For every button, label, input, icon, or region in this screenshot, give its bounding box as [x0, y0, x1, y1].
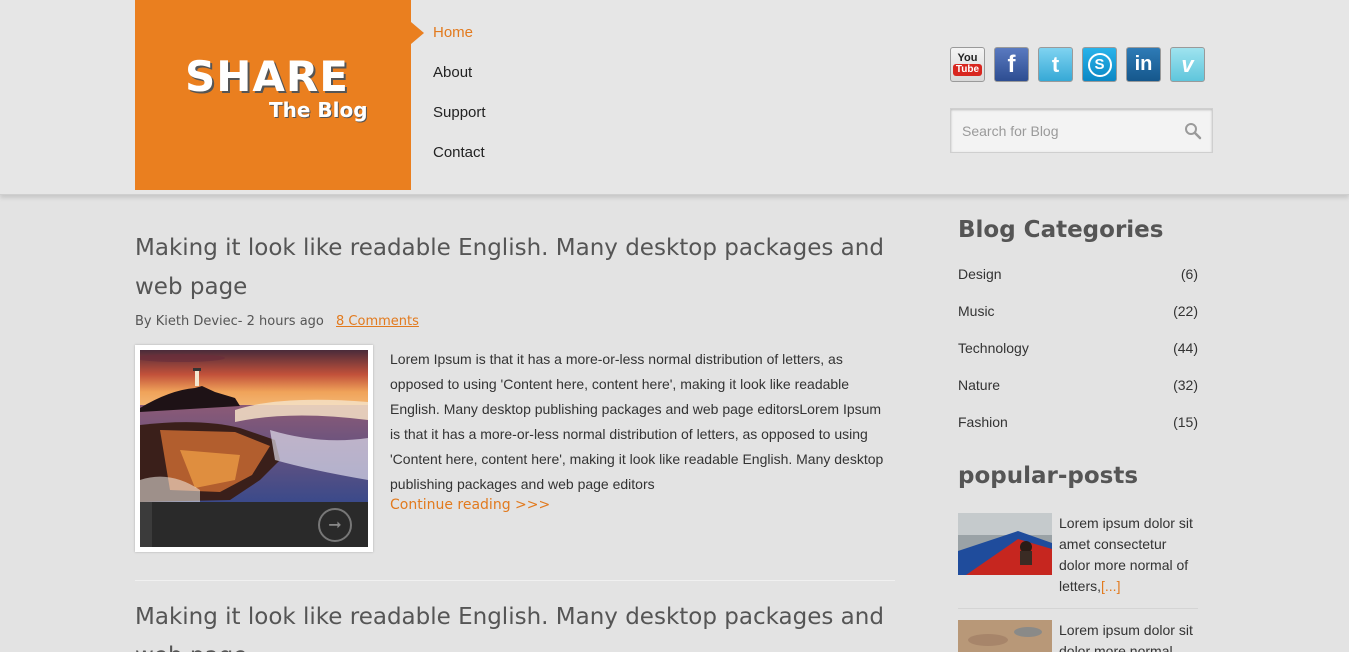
popular-posts-heading: popular-posts: [958, 463, 1139, 489]
nav-item-home[interactable]: Home: [433, 22, 486, 62]
category-name[interactable]: Design: [958, 266, 1002, 282]
nav-item-contact[interactable]: Contact: [433, 142, 486, 182]
popular-post-divider: [958, 608, 1198, 609]
category-count: (22): [1173, 303, 1198, 319]
category-item[interactable]: Music (22): [958, 303, 1198, 319]
youtube-icon[interactable]: You Tube: [950, 47, 985, 82]
category-name[interactable]: Technology: [958, 340, 1029, 356]
popular-post-more-link[interactable]: [...]: [1101, 578, 1120, 594]
categories-heading: Blog Categories: [958, 217, 1164, 243]
popular-post-thumbnail[interactable]: [958, 513, 1052, 575]
main-nav: Home About Support Contact: [433, 22, 486, 182]
skype-icon[interactable]: S: [1082, 47, 1117, 82]
twitter-glyph: t: [1051, 51, 1060, 77]
twitter-icon[interactable]: t: [1038, 47, 1073, 82]
sand-image: [958, 620, 1052, 652]
logo-subtitle: The Blog: [269, 98, 368, 122]
popular-post-text[interactable]: Lorem ipsum dolor sit dolor more normal: [1059, 620, 1199, 652]
category-name[interactable]: Nature: [958, 377, 1000, 393]
post-meta: By Kieth Deviec- 2 hours ago 8 Comments: [135, 314, 419, 329]
post-excerpt: Lorem Ipsum is that it has a more-or-les…: [390, 351, 884, 492]
category-count: (6): [1180, 266, 1198, 282]
boat-image: [958, 513, 1052, 575]
category-count: (32): [1173, 377, 1198, 393]
site-header: SHARE The Blog Home About Support Contac…: [0, 0, 1349, 195]
post-title[interactable]: Making it look like readable English. Ma…: [135, 598, 895, 652]
category-item[interactable]: Design (6): [958, 266, 1198, 282]
youtube-text-top: You: [957, 52, 978, 64]
search-icon[interactable]: [1184, 122, 1202, 140]
vimeo-icon[interactable]: v: [1170, 47, 1205, 82]
linkedin-icon[interactable]: in: [1126, 47, 1161, 82]
category-name[interactable]: Fashion: [958, 414, 1008, 430]
post-author-time: By Kieth Deviec- 2 hours ago: [135, 314, 324, 329]
category-item[interactable]: Technology (44): [958, 340, 1198, 356]
nav-active-pointer: [411, 22, 424, 44]
popular-post-excerpt: Lorem ipsum dolor sit dolor more normal: [1059, 622, 1193, 652]
category-item[interactable]: Fashion (15): [958, 414, 1198, 430]
category-name[interactable]: Music: [958, 303, 995, 319]
logo-title: SHARE: [185, 52, 349, 101]
facebook-glyph: f: [1007, 50, 1016, 78]
nav-item-support[interactable]: Support: [433, 102, 486, 142]
youtube-text-bottom: Tube: [952, 64, 983, 76]
post-thumbnail[interactable]: ➞: [135, 345, 373, 552]
search-box: [950, 108, 1213, 153]
category-item[interactable]: Nature (32): [958, 377, 1198, 393]
nav-item-about[interactable]: About: [433, 62, 486, 102]
search-input[interactable]: [951, 109, 1171, 152]
post-comments-link[interactable]: 8 Comments: [336, 314, 419, 329]
facebook-icon[interactable]: f: [994, 47, 1029, 82]
arrow-right-icon[interactable]: ➞: [318, 508, 352, 542]
post-divider: [135, 580, 895, 581]
category-count: (15): [1173, 414, 1198, 430]
social-links: You Tube f t S in v: [950, 47, 1205, 82]
skype-glyph: S: [1087, 52, 1112, 77]
popular-post-text[interactable]: Lorem ipsum dolor sit amet consectetur d…: [1059, 513, 1199, 597]
popular-post-thumbnail[interactable]: [958, 620, 1052, 652]
site-logo[interactable]: SHARE The Blog: [135, 0, 411, 190]
linkedin-glyph: in: [1134, 53, 1153, 75]
post-image: ➞: [140, 350, 368, 547]
thumbnail-footer: ➞: [140, 502, 368, 547]
post-title[interactable]: Making it look like readable English. Ma…: [135, 229, 895, 307]
vimeo-glyph: v: [1181, 51, 1194, 77]
continue-reading-link[interactable]: Continue reading >>>: [390, 497, 550, 513]
category-count: (44): [1173, 340, 1198, 356]
popular-post-excerpt: Lorem ipsum dolor sit amet consectetur d…: [1059, 515, 1193, 594]
